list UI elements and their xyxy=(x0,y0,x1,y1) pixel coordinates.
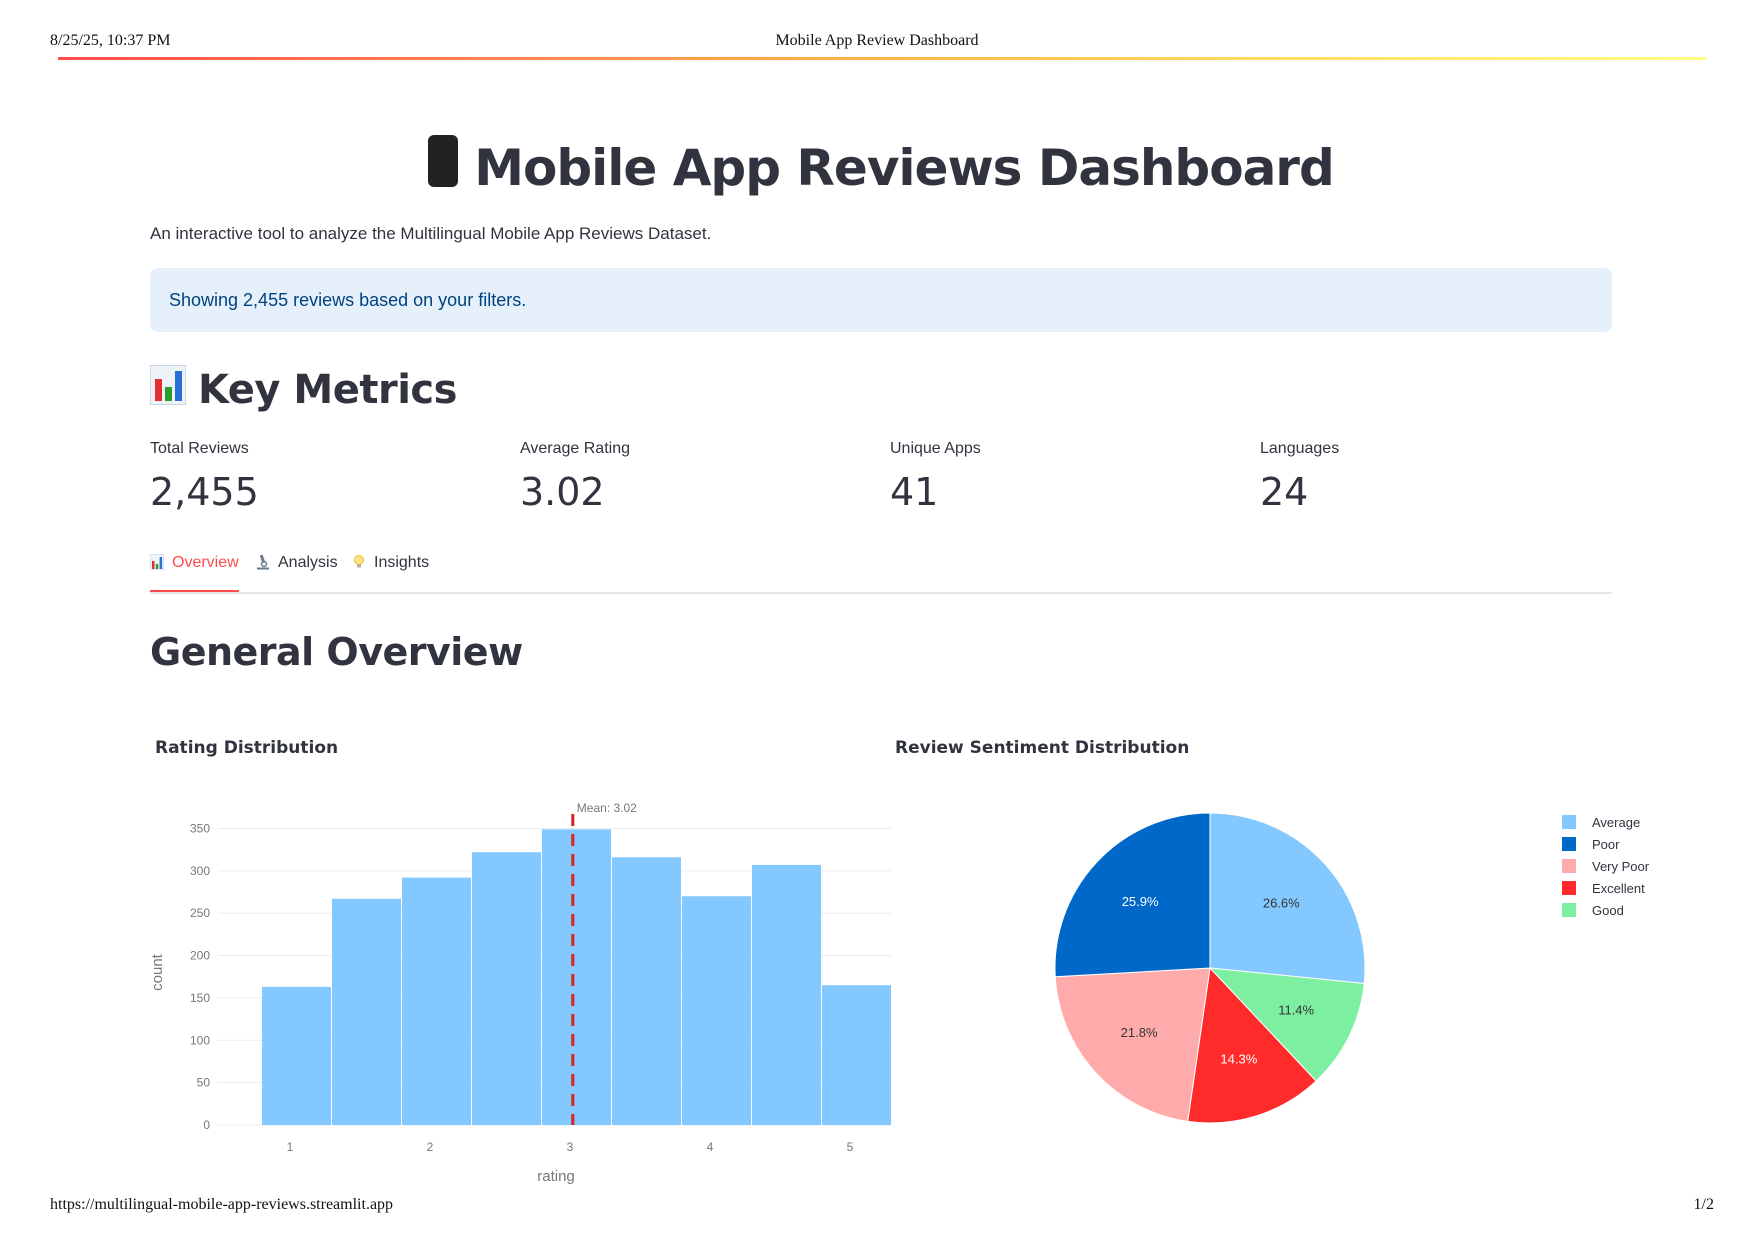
pie-slice-label: 25.9% xyxy=(1122,894,1159,909)
y-tick-label: 300 xyxy=(190,864,210,878)
tab-overview[interactable]: Overview xyxy=(149,553,239,592)
legend-label[interactable]: Average xyxy=(1592,815,1640,830)
key-metrics-heading: Key Metrics xyxy=(150,365,457,413)
histogram-bar xyxy=(612,857,681,1125)
bar-chart-icon xyxy=(150,365,186,405)
tab-insights[interactable]: Insights xyxy=(352,554,429,590)
general-overview-heading: General Overview xyxy=(150,630,523,674)
page-title-text: Mobile App Reviews Dashboard xyxy=(474,139,1335,197)
x-tick-label: 3 xyxy=(567,1140,574,1154)
print-title: Mobile App Review Dashboard xyxy=(775,32,979,49)
legend-swatch xyxy=(1562,859,1576,873)
metric-total-reviews: Total Reviews 2,455 xyxy=(150,440,510,514)
legend-label[interactable]: Excellent xyxy=(1592,881,1645,896)
metric-value: 3.02 xyxy=(520,470,605,514)
metric-value: 2,455 xyxy=(150,470,259,514)
pie-slice-label: 11.4% xyxy=(1278,1003,1314,1018)
metric-label: Average Rating xyxy=(520,440,630,457)
histogram-bar xyxy=(752,864,821,1125)
rating-distribution-chart: 0 50 100 150 200 250 300 350 1 2 3 4 5 Mean: 3.02 rati… xyxy=(149,801,892,1185)
x-tick-label: 5 xyxy=(847,1140,854,1154)
y-tick-label: 50 xyxy=(197,1076,211,1090)
mobile-phone-icon xyxy=(428,135,459,187)
y-tick-label: 100 xyxy=(190,1033,210,1047)
key-metrics-heading-text: Key Metrics xyxy=(198,367,457,413)
x-tick-label: 1 xyxy=(287,1140,294,1154)
pie-slice-label: 21.8% xyxy=(1121,1025,1158,1040)
metric-value: 24 xyxy=(1260,470,1309,514)
metric-languages: Languages 24 xyxy=(1260,440,1620,514)
filter-info-text: Showing 2,455 reviews based on your filt… xyxy=(169,290,527,310)
histogram-bar xyxy=(682,896,751,1125)
bar-chart-icon xyxy=(149,553,165,571)
tab-bar: Overview Analysis Insights xyxy=(149,553,1612,594)
tab-label: Analysis xyxy=(278,554,338,571)
print-header: 8/25/25, 10:37 PM Mobile App Review Dash… xyxy=(0,0,1754,60)
pie-slice xyxy=(1054,967,1211,1122)
legend-swatch xyxy=(1562,815,1576,829)
tab-label: Overview xyxy=(172,554,239,571)
footer-url: https://multilingual-mobile-app-reviews.… xyxy=(50,1196,394,1213)
legend-label[interactable]: Poor xyxy=(1592,837,1620,852)
y-tick-label: 350 xyxy=(190,821,210,835)
rating-distribution-title: Rating Distribution xyxy=(155,738,339,758)
y-tick-label: 200 xyxy=(190,949,210,963)
y-tick-label: 0 xyxy=(203,1118,210,1132)
light-bulb-icon xyxy=(352,554,366,570)
legend-swatch xyxy=(1562,881,1576,895)
x-tick-label: 4 xyxy=(707,1140,714,1154)
page-subtitle: An interactive tool to analyze the Multi… xyxy=(150,224,712,243)
metric-value: 41 xyxy=(890,470,939,514)
sentiment-distribution-chart: 26.6% 11.4% 14.3% 21.8% 25.9% Average Poor Very… xyxy=(1054,812,1650,1124)
x-tick-label: 2 xyxy=(427,1140,434,1154)
metric-label: Languages xyxy=(1260,440,1340,457)
histogram-bar xyxy=(332,898,401,1125)
metric-unique-apps: Unique Apps 41 xyxy=(890,440,1250,514)
x-axis-label: rating xyxy=(537,1168,575,1185)
print-footer: https://multilingual-mobile-app-reviews.… xyxy=(0,1196,1754,1226)
pie-slice-label: 26.6% xyxy=(1263,896,1300,911)
histogram-bar xyxy=(472,852,541,1125)
pie-slice-label: 14.3% xyxy=(1220,1052,1257,1067)
y-tick-label: 250 xyxy=(190,906,210,920)
legend-label[interactable]: Very Poor xyxy=(1592,859,1650,874)
filter-info-alert: Showing 2,455 reviews based on your filt… xyxy=(150,268,1612,332)
metric-label: Unique Apps xyxy=(890,440,981,457)
header-decoration-bar xyxy=(58,57,1706,60)
mean-label: Mean: 3.02 xyxy=(577,801,637,815)
page-title: Mobile App Reviews Dashboard xyxy=(150,135,1612,197)
histogram-bar xyxy=(262,986,331,1125)
legend-swatch xyxy=(1562,903,1576,917)
sentiment-distribution-title: Review Sentiment Distribution xyxy=(895,738,1190,758)
legend-label[interactable]: Good xyxy=(1592,903,1624,918)
histogram-bar xyxy=(402,877,471,1125)
tab-analysis[interactable]: Analysis xyxy=(256,554,338,590)
footer-page-number: 1/2 xyxy=(1693,1196,1714,1213)
microscope-icon xyxy=(256,554,270,570)
metric-label: Total Reviews xyxy=(150,440,249,457)
histogram-bar xyxy=(822,985,891,1125)
histogram-bar xyxy=(542,829,611,1125)
metric-average-rating: Average Rating 3.02 xyxy=(520,440,880,514)
y-tick-label: 150 xyxy=(190,991,210,1005)
y-axis-label: count xyxy=(149,953,166,991)
tab-label: Insights xyxy=(374,554,430,571)
legend-swatch xyxy=(1562,837,1576,851)
metrics-row: Total Reviews 2,455 Average Rating 3.02 … xyxy=(150,440,1612,520)
